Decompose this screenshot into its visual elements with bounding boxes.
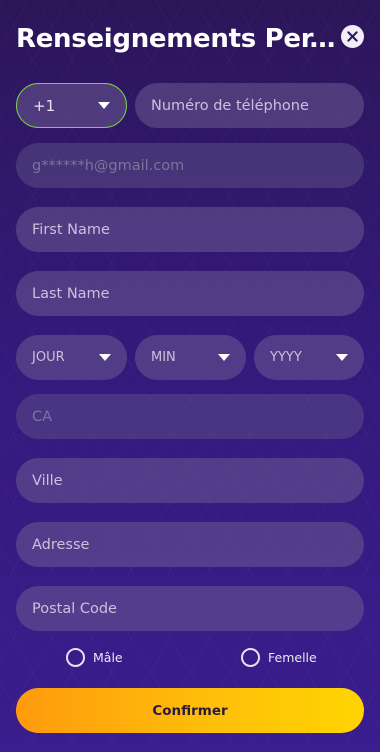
radio-circle-icon[interactable] (241, 648, 260, 667)
birth-year-select[interactable]: YYYY (254, 335, 364, 380)
gender-female-option[interactable]: Femelle (241, 648, 317, 667)
region-field: CA (16, 394, 364, 439)
city-input[interactable]: Ville (16, 458, 364, 503)
confirm-button[interactable]: Confirmer (16, 688, 364, 733)
phone-input[interactable]: Numéro de téléphone (135, 83, 364, 128)
first-name-input[interactable]: First Name (16, 207, 364, 252)
chevron-down-icon (218, 354, 230, 361)
postal-code-input[interactable]: Postal Code (16, 586, 364, 631)
birth-month-select[interactable]: MIN (135, 335, 246, 380)
close-button[interactable] (341, 25, 364, 48)
birth-year-value: YYYY (270, 350, 302, 365)
gender-female-label: Femelle (268, 650, 317, 665)
address-input[interactable]: Adresse (16, 522, 364, 567)
gender-male-option[interactable]: Mâle (66, 648, 123, 667)
close-icon (347, 31, 358, 42)
email-field: g******h@gmail.com (16, 143, 364, 188)
country-code-select[interactable]: +1 (16, 83, 127, 128)
radio-circle-icon[interactable] (66, 648, 85, 667)
birth-month-value: MIN (151, 350, 176, 365)
chevron-down-icon (336, 354, 348, 361)
country-code-value: +1 (33, 96, 56, 115)
chevron-down-icon (99, 354, 111, 361)
birth-day-value: JOUR (32, 350, 65, 365)
page-title: Renseignements Per... (16, 24, 338, 54)
last-name-input[interactable]: Last Name (16, 271, 364, 316)
gender-male-label: Mâle (93, 650, 123, 665)
chevron-down-icon (98, 102, 110, 109)
birth-day-select[interactable]: JOUR (16, 335, 127, 380)
